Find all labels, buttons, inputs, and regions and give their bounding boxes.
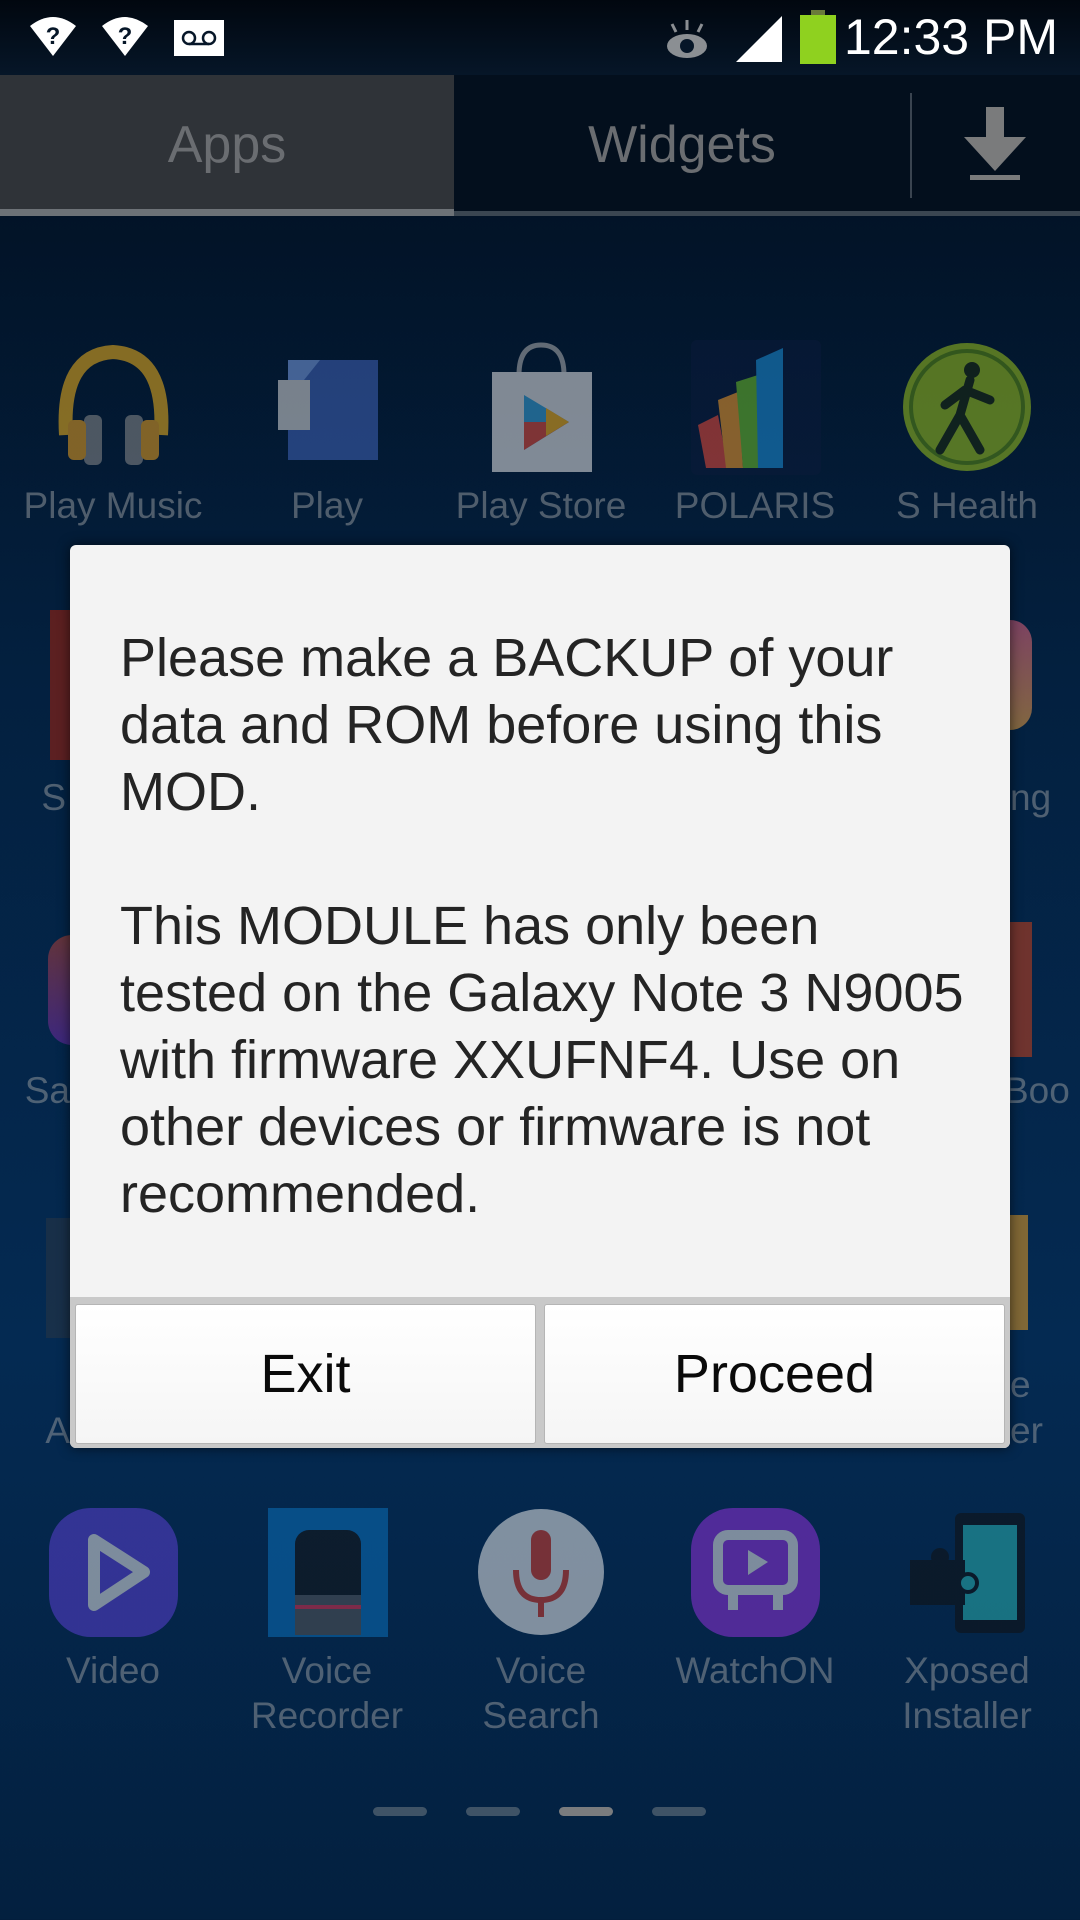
exit-button[interactable]: Exit <box>75 1304 536 1444</box>
status-bar: ? ? 12:33 PM <box>0 0 1080 75</box>
smart-stay-eye-icon <box>667 20 707 58</box>
app-label-partial: A <box>45 1410 70 1451</box>
wifi-unknown-icon: ? <box>102 17 148 56</box>
app-icon-partial <box>46 1218 72 1338</box>
tab-widgets[interactable]: Widgets <box>454 75 910 215</box>
app-label-line2: Installer <box>902 1695 1032 1736</box>
voicemail-icon <box>174 20 224 56</box>
s-health-icon <box>900 340 1035 475</box>
app-label-partial: S <box>41 777 66 818</box>
app-label: S Health <box>896 485 1038 526</box>
tab-bar: Apps Widgets <box>0 75 1080 216</box>
xposed-installer-icon <box>900 1505 1035 1640</box>
polaris-office-icon <box>688 340 823 475</box>
app-play-newsstand[interactable]: Play <box>222 340 432 528</box>
app-label-partial: ng <box>1010 777 1052 818</box>
dialog-message: Please make a BACKUP of your data and RO… <box>120 625 980 1295</box>
app-icon-partial <box>1010 1215 1028 1330</box>
app-label-partial: Sa <box>24 1070 70 1111</box>
app-watchon[interactable]: WatchON <box>650 1505 860 1693</box>
play-music-icon <box>46 340 181 475</box>
tab-divider <box>910 93 912 198</box>
proceed-button[interactable]: Proceed <box>544 1304 1005 1444</box>
play-store-icon <box>474 340 609 475</box>
app-label-line2: Recorder <box>250 1695 404 1736</box>
app-play-store[interactable]: Play Store <box>436 340 646 528</box>
video-icon <box>46 1505 181 1640</box>
signal-icon <box>736 16 782 62</box>
dialog-paragraph-backup: Please make a BACKUP of your data and RO… <box>120 628 894 822</box>
app-label-line1: Xposed <box>904 1650 1030 1691</box>
app-xposed-installer[interactable]: Xposed Installer <box>862 1505 1072 1738</box>
download-icon[interactable] <box>960 103 1030 183</box>
app-label: POLARIS <box>674 485 836 526</box>
app-video[interactable]: Video <box>8 1505 218 1693</box>
play-newsstand-icon <box>260 340 395 475</box>
page-dot[interactable] <box>652 1807 706 1816</box>
battery-icon <box>800 10 836 64</box>
app-label-partial: Boo <box>1004 1070 1070 1111</box>
app-voice-recorder[interactable]: Voice Recorder <box>222 1505 432 1738</box>
dialog-button-row: Exit Proceed <box>70 1297 1010 1448</box>
wifi-unknown-icon: ? <box>30 17 76 56</box>
app-label-line1: Voice <box>495 1650 587 1691</box>
page-dot-current[interactable] <box>559 1807 613 1816</box>
app-label: Play Store <box>455 485 627 526</box>
watchon-icon <box>688 1505 823 1640</box>
app-icon-partial <box>1010 922 1032 1057</box>
app-label-partial: er <box>1010 1410 1043 1451</box>
tab-apps[interactable]: Apps <box>0 75 454 215</box>
app-s-health[interactable]: S Health <box>862 340 1072 528</box>
page-indicator <box>0 1807 1080 1819</box>
app-icon-partial <box>1010 620 1032 730</box>
app-label: Video <box>66 1650 160 1691</box>
app-label: WatchON <box>675 1650 835 1691</box>
warning-dialog: Please make a BACKUP of your data and RO… <box>70 545 1010 1448</box>
app-play-music[interactable]: Play Music <box>8 340 218 528</box>
app-polaris-office[interactable]: POLARIS <box>650 340 860 528</box>
app-icon-partial <box>48 935 72 1045</box>
app-label-partial: e <box>1010 1364 1031 1405</box>
page-dot[interactable] <box>466 1807 520 1816</box>
voice-search-icon <box>474 1505 609 1640</box>
app-label: Play Music <box>23 485 203 526</box>
app-voice-search[interactable]: Voice Search <box>436 1505 646 1738</box>
voice-recorder-icon <box>260 1505 395 1640</box>
clock: 12:33 PM <box>843 9 1058 65</box>
tab-active-indicator <box>0 209 454 216</box>
dialog-paragraph-compatibility: This MODULE has only been tested on the … <box>120 896 964 1224</box>
app-icon-partial <box>50 610 72 760</box>
page-dot[interactable] <box>373 1807 427 1816</box>
app-label-line2: Search <box>482 1695 600 1736</box>
svg-text:?: ? <box>46 23 61 50</box>
app-label-line1: Voice <box>281 1650 373 1691</box>
app-label: Play <box>291 485 363 526</box>
svg-text:?: ? <box>118 23 133 50</box>
